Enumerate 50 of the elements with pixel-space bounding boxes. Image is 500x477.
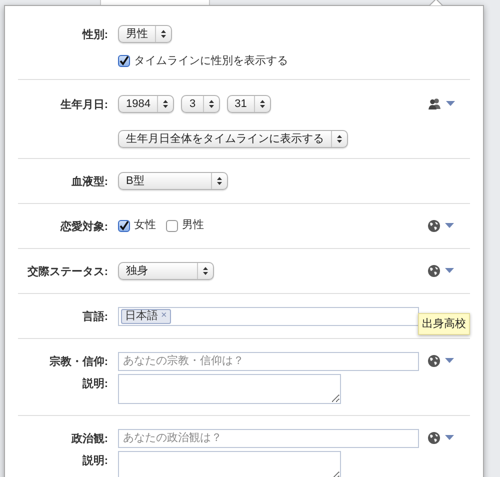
checkbox-label: 男性: [182, 218, 204, 234]
field-label: 生年月日:: [60, 98, 108, 110]
checkbox-label: 女性: [134, 218, 156, 234]
caret-icon: [446, 101, 454, 106]
caret-icon: [445, 223, 454, 228]
caret-icon: [445, 358, 454, 363]
globe-icon: [428, 220, 440, 232]
globe-icon: [428, 354, 440, 366]
field-label: 説明:: [82, 454, 108, 466]
up-down-arrows-icon: [163, 100, 168, 108]
field-label: 交際ステータス:: [27, 266, 108, 278]
field-label: 性別:: [82, 29, 108, 41]
up-down-arrows-icon: [217, 176, 222, 184]
up-down-arrows-icon: [203, 266, 208, 274]
text-input-field[interactable]: あなたの政治観は？: [118, 428, 419, 448]
caret-icon: [445, 268, 454, 273]
text-input-field[interactable]: あなたの宗教・信仰は？: [118, 352, 419, 370]
dropdown-select[interactable]: 生年月日全体をタイムラインに表示する: [118, 130, 348, 148]
up-down-arrows-icon: [337, 134, 342, 142]
globe-icon: [428, 264, 440, 276]
privacy-selector[interactable]: [428, 98, 454, 110]
privacy-selector[interactable]: [428, 432, 454, 444]
privacy-selector[interactable]: [428, 354, 454, 366]
dropdown-select[interactable]: 31: [226, 94, 271, 112]
dropdown-select[interactable]: 3: [181, 94, 220, 112]
up-down-arrows-icon: [260, 100, 265, 108]
token-input-field[interactable]: 日本語 ×: [118, 306, 419, 326]
token-text: 日本語: [125, 308, 158, 324]
field-label: 言語:: [82, 310, 108, 322]
field-label: 血液型:: [71, 176, 108, 188]
checkbox-label: タイムラインに性別を表示する: [134, 54, 288, 69]
dropdown-select[interactable]: B型: [118, 172, 228, 190]
dropdown-select[interactable]: 男性: [118, 25, 172, 43]
caret-icon: [445, 435, 454, 440]
dropdown-select[interactable]: 独身: [118, 262, 214, 280]
field-label: 恋愛対象:: [60, 220, 108, 232]
dropdown-select[interactable]: 1984: [118, 94, 174, 112]
privacy-selector[interactable]: [428, 220, 454, 232]
up-down-arrows-icon: [208, 100, 214, 108]
field-label: 宗教・信仰:: [49, 356, 108, 368]
tooltip: 出身高校: [418, 312, 470, 335]
people-icon: [428, 98, 440, 110]
checkbox[interactable]: [166, 220, 178, 232]
field-label: 政治観:: [71, 432, 108, 444]
up-down-arrows-icon: [161, 30, 166, 38]
checkbox[interactable]: [118, 220, 130, 232]
globe-icon: [428, 432, 440, 444]
checkbox[interactable]: [118, 55, 130, 68]
privacy-selector[interactable]: [428, 264, 454, 276]
field-label: 説明:: [82, 378, 108, 390]
